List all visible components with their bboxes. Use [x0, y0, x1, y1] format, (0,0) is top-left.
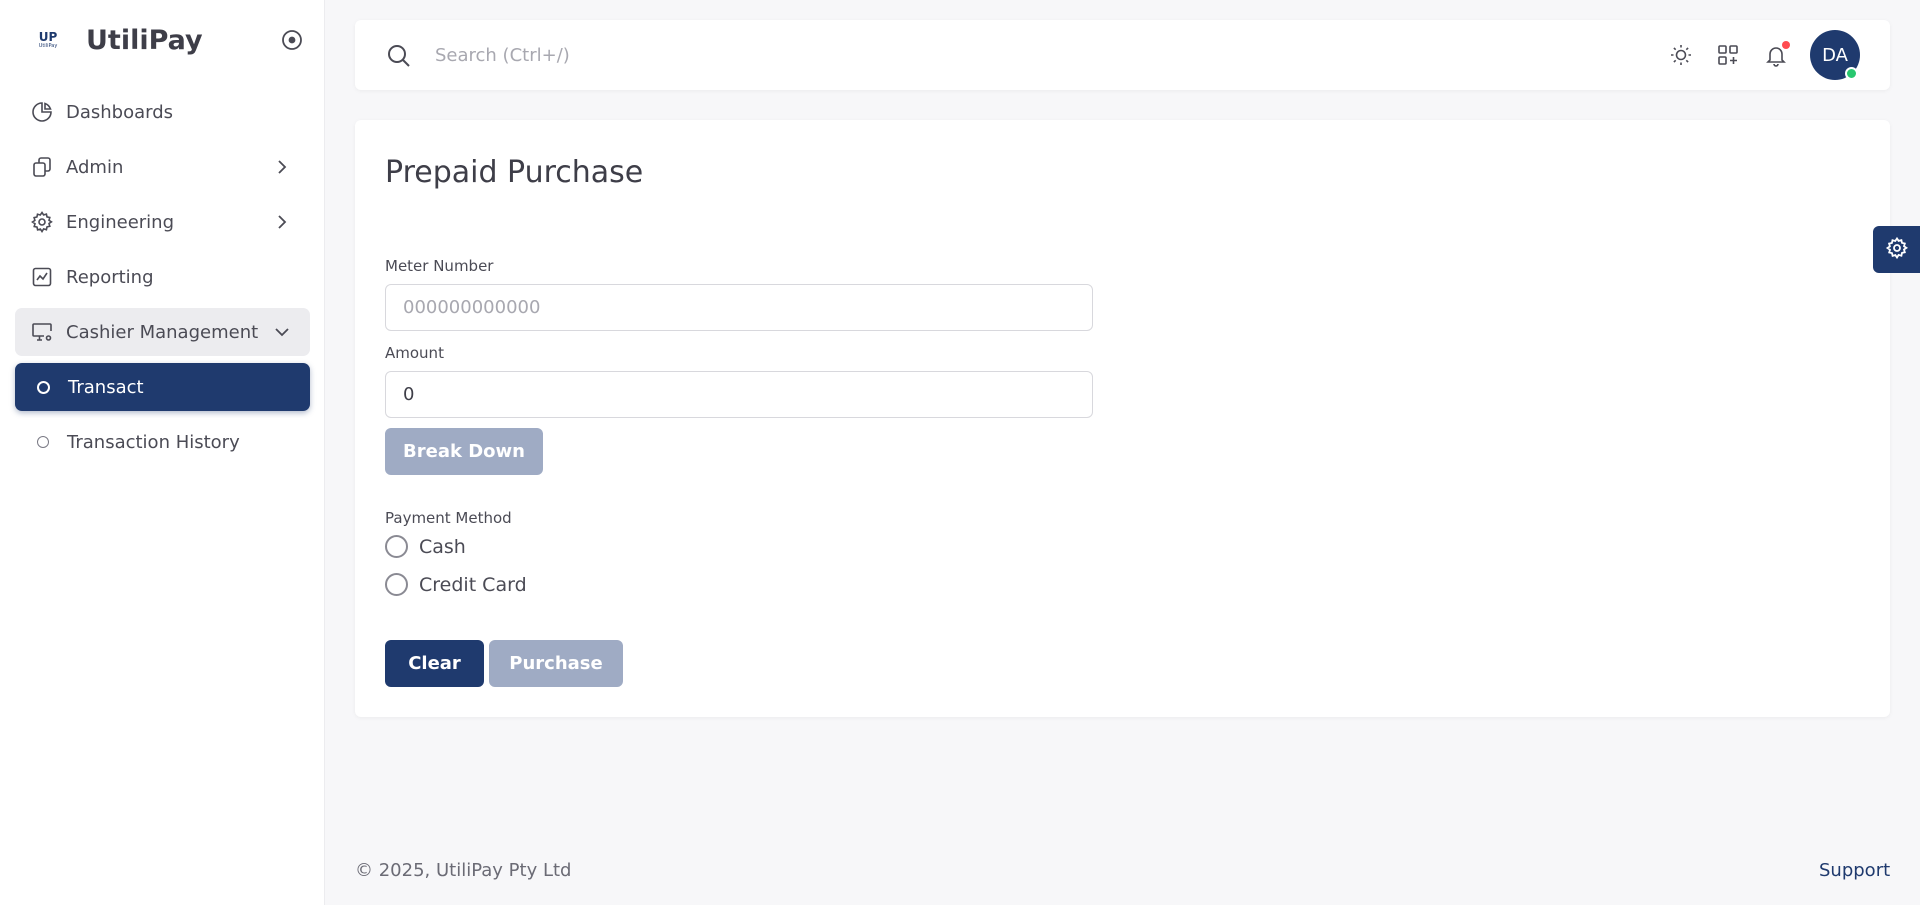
sidebar-item-label: Engineering	[66, 211, 174, 233]
sidebar: UP UtiliPay UtiliPay Dashboards Admin En…	[0, 0, 325, 905]
payment-option-cash[interactable]: Cash	[385, 535, 466, 558]
radio-button[interactable]	[385, 573, 408, 596]
sidebar-item-label: Dashboards	[66, 101, 174, 123]
brand-name: UtiliPay	[86, 24, 203, 56]
gear-icon	[30, 210, 54, 234]
meter-number-label: Meter Number	[385, 257, 494, 275]
brand-logo-letters: UP	[38, 30, 58, 44]
pie-chart-icon	[30, 100, 54, 124]
sidebar-item-label: Reporting	[66, 266, 154, 288]
search-input[interactable]	[435, 40, 1035, 70]
collapse-sidebar-icon[interactable]	[280, 28, 304, 52]
search-icon[interactable]	[385, 42, 413, 70]
gear-icon	[1885, 236, 1909, 264]
customizer-toggle-button[interactable]	[1873, 226, 1920, 273]
topbar: DA	[355, 20, 1890, 90]
monitor-gear-icon	[30, 320, 54, 344]
meter-number-input[interactable]	[385, 284, 1093, 331]
brand[interactable]: UP UtiliPay UtiliPay	[30, 20, 203, 60]
radio-button[interactable]	[385, 535, 408, 558]
brand-logo-subtext: UtiliPay	[38, 43, 58, 49]
sidebar-item-admin[interactable]: Admin	[15, 143, 310, 191]
payment-option-label: Credit Card	[419, 573, 527, 596]
circle-icon	[37, 380, 50, 394]
circle-icon	[37, 436, 49, 448]
payment-option-credit-card[interactable]: Credit Card	[385, 573, 527, 596]
payment-option-label: Cash	[419, 535, 466, 558]
sidebar-nav: Dashboards Admin Engineering Reporting C…	[15, 88, 310, 473]
chevron-right-icon	[272, 157, 292, 177]
sidebar-item-label: Transact	[68, 376, 144, 398]
page-title: Prepaid Purchase	[385, 155, 644, 190]
sun-icon[interactable]	[1668, 42, 1694, 68]
sidebar-item-label: Cashier Management	[66, 321, 259, 343]
footer-copyright: © 2025, UtiliPay Pty Ltd	[355, 860, 572, 881]
sidebar-item-cashier-management[interactable]: Cashier Management	[15, 308, 310, 356]
grid-add-icon[interactable]	[1715, 42, 1741, 68]
avatar-initials: DA	[1822, 44, 1848, 66]
brand-logo: UP UtiliPay	[30, 22, 66, 58]
sidebar-item-label: Transaction History	[67, 431, 240, 453]
payment-method-label: Payment Method	[385, 509, 512, 527]
notification-badge	[1782, 41, 1790, 49]
support-link[interactable]: Support	[1819, 860, 1890, 881]
online-status-badge	[1845, 67, 1858, 80]
sidebar-item-transaction-history[interactable]: Transaction History	[15, 418, 310, 466]
clear-button[interactable]: Clear	[385, 640, 484, 687]
sidebar-item-engineering[interactable]: Engineering	[15, 198, 310, 246]
sidebar-item-transact[interactable]: Transact	[15, 363, 310, 411]
chevron-right-icon	[272, 212, 292, 232]
prepaid-purchase-card: Prepaid Purchase Meter Number Amount Bre…	[355, 120, 1890, 717]
purchase-button[interactable]: Purchase	[489, 640, 623, 687]
sidebar-item-dashboards[interactable]: Dashboards	[15, 88, 310, 136]
amount-label: Amount	[385, 344, 444, 362]
break-down-button[interactable]: Break Down	[385, 428, 543, 475]
chevron-down-icon	[272, 322, 292, 342]
amount-input[interactable]	[385, 371, 1093, 418]
sidebar-item-label: Admin	[66, 156, 124, 178]
sidebar-item-reporting[interactable]: Reporting	[15, 253, 310, 301]
chart-line-icon	[30, 265, 54, 289]
copy-icon	[30, 155, 54, 179]
